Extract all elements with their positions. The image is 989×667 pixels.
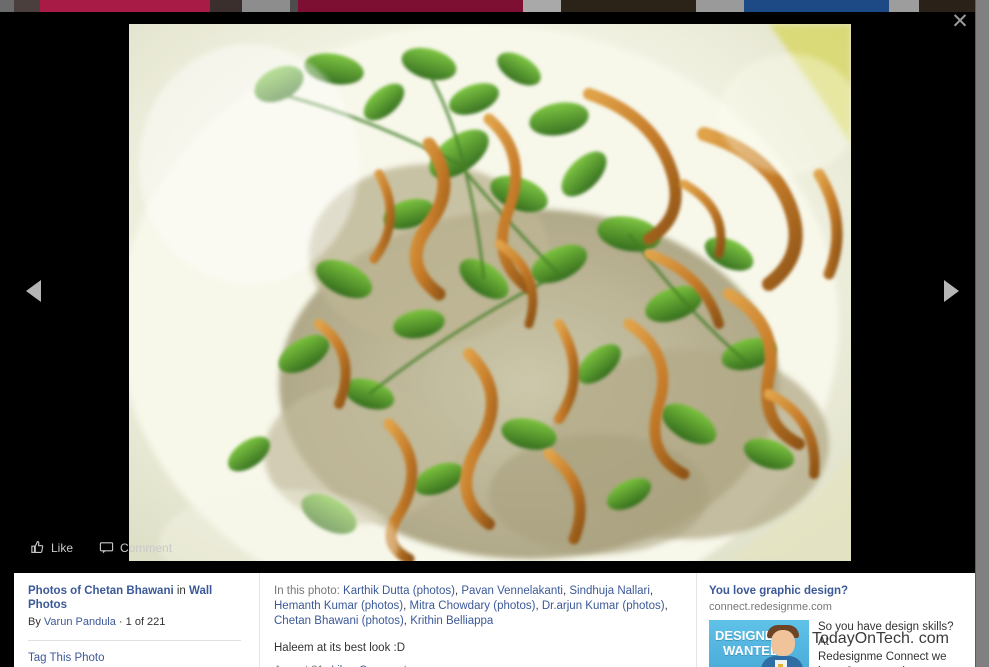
close-icon: ✕ (951, 8, 969, 33)
tagged-person-link[interactable]: Mitra Chowdary (410, 600, 491, 612)
next-photo-button[interactable] (932, 268, 970, 314)
photo-position: 1 of 221 (125, 616, 166, 628)
tagged-person-link[interactable]: Pavan Vennelakanti (461, 585, 563, 597)
speech-bubble-icon (99, 540, 114, 555)
tagged-person-photos-link[interactable]: (photos) (361, 600, 403, 612)
photo-info-panel: Photos of Chetan Bhawani in Wall Photos … (14, 573, 975, 667)
triangle-right-icon (943, 280, 959, 302)
by-label: By (28, 616, 44, 628)
tag-this-photo-link[interactable]: Tag This Photo (28, 652, 105, 664)
album-owner-link[interactable]: Photos of Chetan Bhawani (28, 585, 174, 597)
close-lightbox-button[interactable]: ✕ (947, 8, 973, 34)
author-link[interactable]: Varun Pandula (44, 616, 116, 628)
tagged-person-photos-link[interactable]: (photos) (622, 600, 664, 612)
photo-byline: By Varun Pandula · 1 of 221 (28, 615, 245, 629)
tagged-person-link[interactable]: Chetan Bhawani (274, 615, 358, 627)
tagged-person-link[interactable]: Karthik Dutta (343, 585, 409, 597)
triangle-left-icon (25, 280, 41, 302)
tagged-person-link[interactable]: Hemanth Kumar (274, 600, 358, 612)
haleem-food-photo (129, 24, 851, 561)
ad-person-head-icon (771, 630, 795, 656)
ad-body: DESIGNER WANTED So you have design skill… (709, 620, 963, 667)
tagged-person-link[interactable]: Sindhuja Nallari (569, 585, 650, 597)
comment-button-label: Comment (120, 540, 173, 555)
photo-story-footer: August 21·Like·Comment (274, 663, 682, 667)
tagged-person-photos-link[interactable]: (photos) (413, 585, 455, 597)
like-button-label: Like (51, 540, 74, 555)
tagged-people-list: In this photo: Karthik Dutta (photos), P… (274, 585, 668, 627)
comment-button[interactable]: Comment (99, 540, 172, 555)
page-scrollbar[interactable] (975, 0, 989, 667)
meta-divider (28, 640, 241, 641)
ad-title[interactable]: You love graphic design? (709, 584, 963, 598)
tagged-person-link[interactable]: Krithin Belliappa (410, 615, 493, 627)
thumbs-up-icon (30, 540, 45, 555)
photo-caption: Haleem at its best look :D (274, 642, 406, 654)
like-button[interactable]: Like (30, 540, 73, 555)
page-title: Photos of Chetan Bhawani in Wall Photos (28, 584, 245, 612)
in-this-photo-label: In this photo: (274, 585, 344, 597)
photo-meta-column: Photos of Chetan Bhawani in Wall Photos … (14, 573, 260, 667)
sponsored-ad-column: You love graphic design? connect.redesig… (697, 573, 975, 667)
tagged-person-photos-link[interactable]: (photos) (362, 615, 404, 627)
byline-separator: · (115, 616, 126, 628)
previous-photo-button[interactable] (14, 268, 52, 314)
tagged-person-photos-link[interactable]: (photos) (493, 600, 535, 612)
ad-description-line2: Redesignme Connect we (818, 651, 947, 663)
ad-description-line1: So you have design skills? At (818, 621, 954, 648)
tagged-person-link[interactable]: Dr.arjun Kumar (542, 600, 619, 612)
photo-action-bar: Like Comment (30, 540, 172, 555)
ad-thumbnail-image[interactable]: DESIGNER WANTED (709, 620, 809, 667)
photo-story-column: In this photo: Karthik Dutta (photos), P… (260, 573, 697, 667)
photo-viewer-image[interactable] (129, 24, 851, 561)
ad-description: So you have design skills? At Redesignme… (818, 620, 963, 667)
title-connector: in (173, 585, 190, 597)
ad-url: connect.redesignme.com (709, 601, 832, 613)
